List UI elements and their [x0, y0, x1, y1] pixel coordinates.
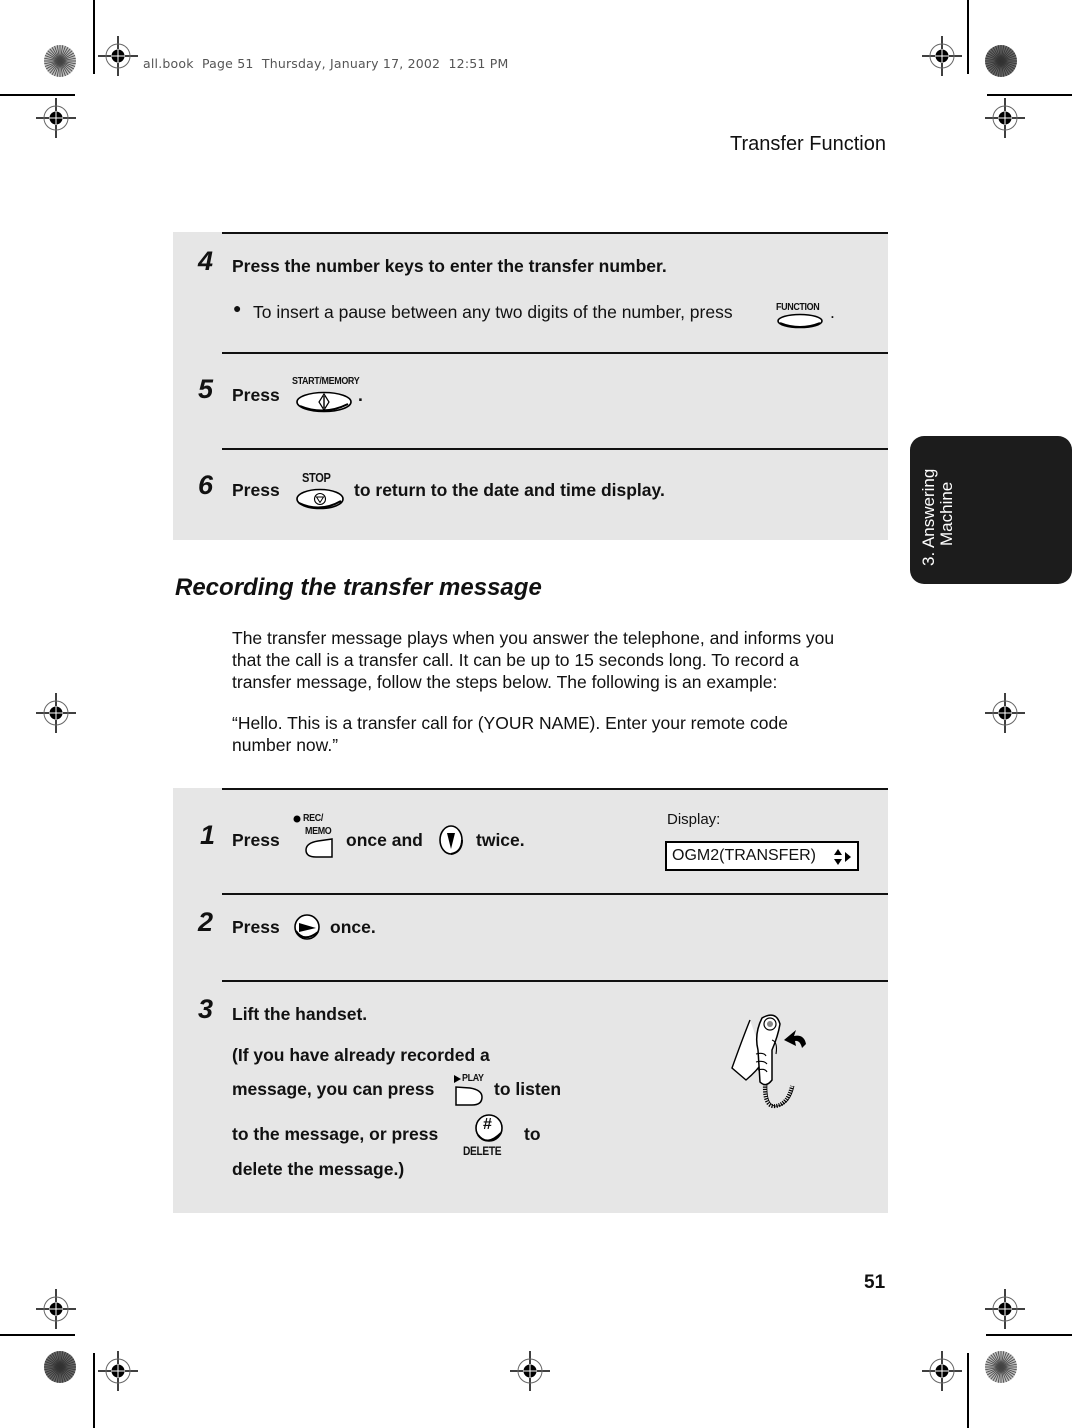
running-head: Transfer Function	[730, 133, 886, 155]
lcd-display: OGM2(TRANSFER)	[665, 841, 859, 871]
step-note-line: (If you have already recorded a	[232, 1045, 490, 1065]
starburst-mark-icon	[44, 45, 76, 77]
step-note-line: message, you can press	[232, 1079, 435, 1099]
step-bullet: To insert a pause between any two digits…	[253, 302, 733, 322]
registration-mark-icon	[98, 36, 138, 76]
chapter-tab-line1: 3. Answering	[919, 468, 938, 566]
registration-mark-icon	[36, 1289, 76, 1329]
step-divider	[222, 352, 888, 354]
starburst-mark-icon	[985, 45, 1017, 77]
step-note-line: to the message, or press	[232, 1124, 439, 1144]
registration-mark-icon	[36, 98, 76, 138]
starburst-mark-icon	[44, 1351, 76, 1383]
paragraph-line: that the call is a transfer call. It can…	[232, 650, 799, 670]
crop-line	[987, 94, 1072, 96]
page-number: 51	[864, 1272, 886, 1293]
lcd-display-text: OGM2(TRANSFER)	[672, 847, 816, 864]
step-instruction-end: twice.	[476, 830, 525, 850]
rec-memo-key-icon[interactable]	[304, 837, 334, 859]
section-title: Recording the transfer message	[175, 574, 542, 601]
delete-key-symbol: #	[483, 1116, 492, 1133]
chapter-tab[interactable]: 3. Answering Machine	[910, 436, 1072, 584]
paragraph-line: transfer message, follow the steps below…	[232, 672, 778, 692]
down-arrow-key-icon[interactable]	[438, 824, 464, 856]
start-memory-key-label: START/MEMORY	[292, 375, 360, 387]
rec-dot-icon	[293, 815, 301, 823]
chapter-tab-line2: Machine	[937, 481, 956, 546]
step-note-line: delete the message.)	[232, 1159, 405, 1179]
step-instruction-end: once.	[330, 917, 376, 937]
step-note-line: to listen	[494, 1079, 562, 1099]
bullet-dot: ●	[233, 300, 242, 316]
step-instruction: Lift the handset.	[232, 1004, 368, 1024]
crop-line	[967, 0, 969, 74]
step-instruction: Press the number keys to enter the trans…	[232, 256, 667, 276]
play-triangle-icon	[454, 1075, 461, 1083]
step-divider	[222, 788, 888, 790]
crop-line	[967, 1353, 969, 1428]
step-divider	[222, 448, 888, 450]
crop-line	[93, 1353, 95, 1428]
step-instruction-end: to return to the date and time display.	[354, 480, 665, 500]
rec-memo-key-label: REC/	[303, 812, 323, 824]
example-message: “Hello. This is a transfer call for (YOU…	[232, 712, 788, 756]
display-label: Display:	[667, 811, 721, 828]
function-key-icon[interactable]	[776, 313, 824, 329]
starburst-mark-icon	[985, 1351, 1017, 1383]
step-instruction: Press	[232, 830, 280, 850]
registration-mark-icon	[922, 36, 962, 76]
paragraph-line: The transfer message plays when you answ…	[232, 628, 835, 648]
step-instruction-middle: once and	[346, 830, 423, 850]
registration-mark-icon	[985, 1289, 1025, 1329]
stop-key-label: STOP	[302, 470, 331, 485]
play-key-icon[interactable]	[454, 1085, 484, 1107]
step-divider	[222, 893, 888, 895]
play-key-label: PLAY	[462, 1072, 484, 1084]
function-key-label: FUNCTION	[776, 301, 820, 313]
handset-lift-icon	[731, 1014, 806, 1109]
rec-memo-key-label: MEMO	[305, 825, 332, 837]
printer-slug: all.book Page 51 Thursday, January 17, 2…	[143, 56, 509, 71]
step-number: 1	[200, 820, 216, 850]
step-number: 6	[198, 470, 214, 500]
crop-line	[986, 1334, 1072, 1336]
crop-line	[0, 1334, 75, 1336]
step-note-line: to	[524, 1124, 541, 1144]
scroll-arrows-icon	[834, 849, 851, 865]
step-instruction-end: .	[358, 385, 363, 405]
step-number: 5	[198, 374, 214, 404]
step-instruction: Press	[232, 385, 280, 405]
intro-paragraph: The transfer message plays when you answ…	[232, 627, 834, 693]
step-instruction: Press	[232, 917, 280, 937]
example-line: number now.”	[232, 735, 339, 755]
stop-key-icon[interactable]	[294, 487, 346, 511]
example-line: “Hello. This is a transfer call for (YOU…	[232, 713, 788, 733]
registration-mark-icon	[36, 693, 76, 733]
registration-mark-icon	[985, 693, 1025, 733]
step-divider	[222, 980, 888, 982]
right-arrow-key-icon[interactable]	[292, 913, 322, 943]
step-divider	[222, 232, 888, 234]
registration-mark-icon	[98, 1351, 138, 1391]
crop-line	[0, 94, 75, 96]
step-number: 3	[198, 994, 214, 1024]
delete-key-label: DELETE	[463, 1144, 502, 1158]
registration-mark-icon	[510, 1351, 550, 1391]
bullet-end: .	[830, 302, 835, 322]
registration-mark-icon	[922, 1351, 962, 1391]
step-number: 4	[198, 246, 214, 276]
registration-mark-icon	[985, 98, 1025, 138]
crop-line	[93, 0, 95, 74]
step-instruction: Press	[232, 480, 280, 500]
step-number: 2	[198, 907, 214, 937]
start-memory-key-icon[interactable]	[294, 390, 354, 414]
